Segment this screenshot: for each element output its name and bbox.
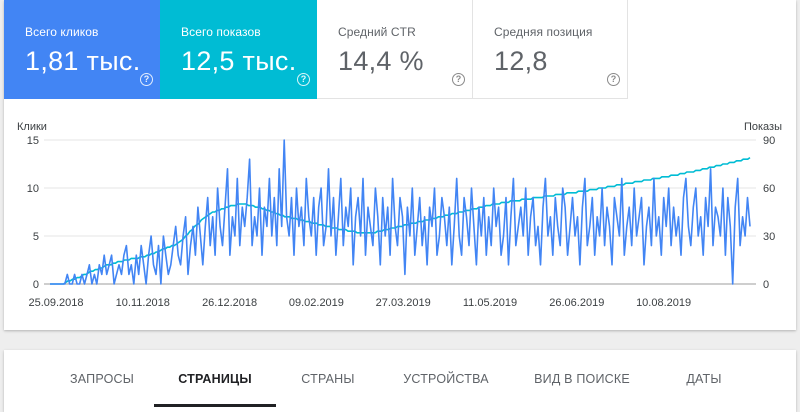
help-icon[interactable]: ? [607,73,620,86]
y-left-tick-label: 15 [27,135,39,147]
metric-average-ctr[interactable]: Средний CTR 14,4 % ? [317,0,473,99]
tab-countries[interactable]: СТРАНЫ [272,350,384,408]
tab-search-appearance[interactable]: ВИД В ПОИСКЕ [518,350,646,408]
performance-card: Всего кликов 1,81 тыс. ? Всего показов 1… [4,0,796,330]
series-lines [50,139,751,285]
x-tick-label: 10.11.2018 [116,297,170,309]
y-left-tick-label: 0 [33,279,39,291]
metric-label: Средняя позиция [494,25,593,39]
metric-value: 12,8 [494,46,548,76]
metric-label: Всего кликов [25,25,99,39]
tab-pages[interactable]: СТРАНИЦЫ [154,350,276,408]
x-tick-label: 26.06.2019 [549,297,604,309]
metric-value: 14,4 % [338,46,424,76]
tab-devices[interactable]: УСТРОЙСТВА [388,350,504,408]
tab-dates[interactable]: ДАТЫ [654,350,754,408]
y-right-tick-label: 0 [763,279,769,291]
metric-average-position[interactable]: Средняя позиция 12,8 ? [473,0,628,99]
y-right-tick-label: 30 [763,231,775,243]
dimension-tabs: ЗАПРОСЫ СТРАНИЦЫ СТРАНЫ УСТРОЙСТВА ВИД В… [4,350,796,412]
chart-svg: Клики Показы 0 0 5 30 10 60 15 90 25.09.2018 10.1… [17,121,782,309]
x-tick-label: 10.08.2019 [636,297,691,309]
help-icon[interactable]: ? [297,73,310,86]
y-right-tick-label: 90 [763,135,775,147]
y-left-tick-label: 5 [33,231,39,243]
active-tab-indicator [154,404,276,407]
metric-value: 12,5 тыс. [181,46,297,76]
x-tick-label: 09.02.2019 [289,297,344,309]
metric-label: Всего показов [181,25,261,39]
metric-label: Средний CTR [338,25,416,39]
x-tick-label: 11.05.2019 [463,297,517,309]
series-line-impressions [50,156,751,285]
help-icon[interactable]: ? [452,73,465,86]
metric-total-clicks[interactable]: Всего кликов 1,81 тыс. ? [4,0,160,99]
series-line-clicks [50,139,751,285]
metric-value: 1,81 тыс. [25,46,141,76]
metric-total-impressions[interactable]: Всего показов 12,5 тыс. ? [160,0,317,99]
y-right-tick-label: 60 [763,183,775,195]
tab-queries[interactable]: ЗАПРОСЫ [44,350,160,408]
y-right-axis-label: Показы [744,121,782,133]
help-icon[interactable]: ? [140,73,153,86]
x-tick-label: 25.09.2018 [28,297,83,309]
y-left-axis-label: Клики [17,121,47,133]
performance-chart[interactable]: Клики Показы 0 0 5 30 10 60 15 90 25.09.2018 10.1… [4,99,796,330]
y-left-tick-label: 10 [27,183,39,195]
x-tick-label: 26.12.2018 [202,297,257,309]
metric-tiles: Всего кликов 1,81 тыс. ? Всего показов 1… [4,0,796,99]
x-tick-label: 27.03.2019 [376,297,431,309]
